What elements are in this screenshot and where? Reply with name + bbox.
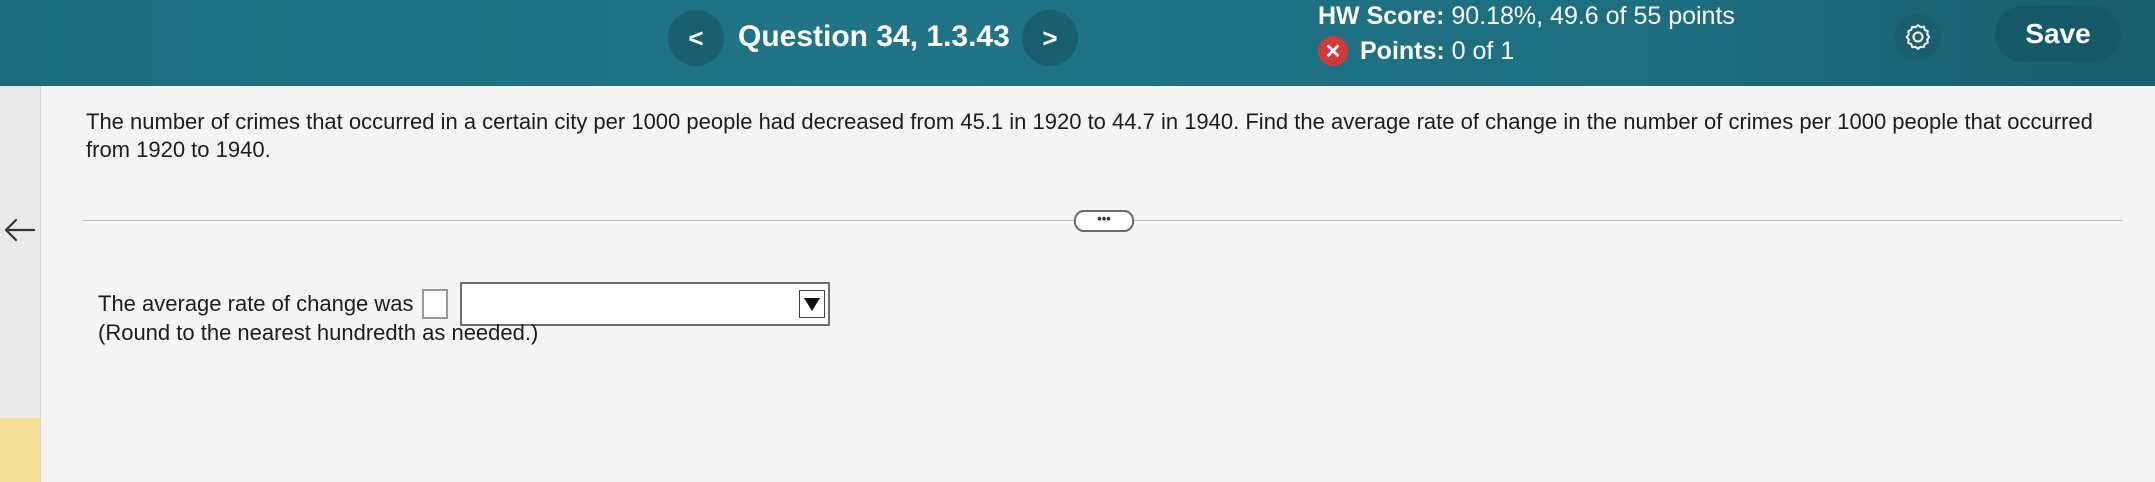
header-bar: < Question 34, 1.3.43 > HW Score: 90.18%… — [0, 0, 2155, 86]
back-button[interactable] — [0, 210, 40, 250]
answer-prompt: The average rate of change was — [98, 291, 414, 316]
hw-score-label: HW Score: — [1318, 2, 1445, 30]
answer-input[interactable] — [421, 289, 448, 319]
gear-icon — [1905, 24, 1931, 50]
sidebar-highlight — [0, 418, 40, 482]
hw-score-value: 90.18%, 49.6 of 55 points — [1451, 2, 1735, 30]
question-text: The number of crimes that occurred in a … — [86, 109, 2093, 162]
back-arrow-icon — [4, 218, 36, 242]
settings-button[interactable] — [1895, 14, 1941, 60]
question-content: The number of crimes that occurred in a … — [41, 86, 2155, 482]
points-value: 0 of 1 — [1451, 36, 1515, 65]
question-points: ✕ Points: 0 of 1 — [1318, 36, 1514, 66]
points-label: Points: — [1360, 36, 1445, 65]
more-options-button[interactable]: ••• — [1074, 210, 1134, 232]
question-title: Question 34, 1.3.43 — [738, 20, 1010, 53]
x-circle-icon: ✕ — [1318, 36, 1348, 66]
save-button[interactable]: Save — [1995, 6, 2121, 62]
previous-question-button[interactable]: < — [668, 10, 724, 66]
hw-score: HW Score: 90.18%, 49.6 of 55 points — [1318, 2, 1735, 31]
triangle-down-icon — [803, 298, 820, 311]
chevron-left-icon: < — [688, 22, 704, 53]
next-question-button[interactable]: > — [1022, 10, 1078, 66]
rounding-note: (Round to the nearest hundredth as neede… — [98, 320, 539, 345]
chevron-right-icon: > — [1042, 22, 1058, 53]
dropdown-toggle[interactable] — [798, 290, 825, 318]
